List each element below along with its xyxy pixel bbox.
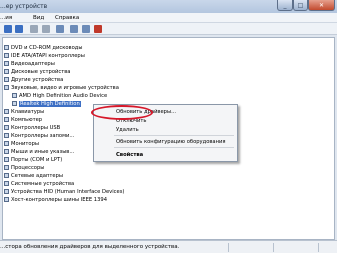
device-manager-window: ...ер устройств _ □ ✕ ...ия Вид Справка … xyxy=(0,0,337,253)
ctx-delete[interactable]: Удалить xyxy=(116,127,139,133)
tree-item-sound[interactable]: Звуковые, видео и игровые устройства xyxy=(4,84,119,91)
tree-item-dvd[interactable]: DVD и CD-ROM дисководы xyxy=(4,44,82,51)
tree-item-computer[interactable]: Компьютер xyxy=(4,116,42,123)
back-icon[interactable] xyxy=(4,25,12,33)
menu-help[interactable]: Справка xyxy=(55,15,79,21)
status-text: ...стора обновления драйверов для выделе… xyxy=(0,244,180,250)
tree-item-amd-audio[interactable]: AMD High Definition Audio Device xyxy=(12,92,107,99)
speaker-icon xyxy=(12,101,17,106)
tree-item-usb[interactable]: Контроллеры USB xyxy=(4,124,60,131)
tree-item-network[interactable]: Сетевые адаптеры xyxy=(4,172,63,179)
title-bar[interactable]: ...ер устройств _ □ ✕ xyxy=(0,0,337,13)
tree-item-monitors[interactable]: Мониторы xyxy=(4,140,39,147)
sound-icon xyxy=(4,85,9,90)
processor-icon xyxy=(4,165,9,170)
monitor-icon xyxy=(4,141,9,146)
dvd-icon xyxy=(4,45,9,50)
close-button[interactable]: ✕ xyxy=(308,0,335,11)
minimize-button[interactable]: _ xyxy=(277,0,293,11)
tree-item-keyboards[interactable]: Клавиатуры xyxy=(4,108,44,115)
mouse-icon xyxy=(4,149,9,154)
other-device-icon xyxy=(4,77,9,82)
tree-item-realtek[interactable]: Realtek High Definition xyxy=(12,100,81,107)
maximize-button[interactable]: □ xyxy=(293,0,308,11)
usb-icon xyxy=(4,125,9,130)
highlight-circle xyxy=(91,105,153,120)
ieee1394-icon xyxy=(4,197,9,202)
help-icon[interactable] xyxy=(42,25,50,33)
storage-controller-icon xyxy=(4,133,9,138)
status-pane xyxy=(273,243,318,252)
tree-item-hid[interactable]: Устройства HID (Human Interface Devices) xyxy=(4,188,124,195)
display-adapter-icon xyxy=(4,61,9,66)
toolbar xyxy=(0,23,337,35)
speaker-icon xyxy=(12,93,17,98)
disable-icon[interactable] xyxy=(94,25,102,33)
disk-icon xyxy=(4,69,9,74)
status-bar: ...стора обновления драйверов для выделе… xyxy=(0,240,337,253)
ctx-scan-hardware[interactable]: Обновить конфигурацию оборудования xyxy=(116,139,226,145)
computer-icon xyxy=(4,117,9,122)
menu-bar: ...ия Вид Справка xyxy=(0,13,337,23)
update-driver-icon[interactable] xyxy=(70,25,78,33)
tree-item-other[interactable]: Другие устройства xyxy=(4,76,63,83)
network-icon xyxy=(4,173,9,178)
ide-icon xyxy=(4,53,9,58)
tree-item-ieee1394[interactable]: Хост-контроллеры шины IEEE 1394 xyxy=(4,196,107,203)
status-pane xyxy=(228,243,273,252)
menu-action[interactable]: ...ия xyxy=(0,15,12,21)
hid-icon xyxy=(4,189,9,194)
forward-icon[interactable] xyxy=(15,25,23,33)
tree-item-video[interactable]: Видеоадаптеры xyxy=(4,60,55,67)
ctx-separator xyxy=(114,135,234,136)
properties-icon[interactable] xyxy=(30,25,38,33)
keyboard-icon xyxy=(4,109,9,114)
window-title: ...ер устройств xyxy=(0,3,48,10)
tree-item-disk[interactable]: Дисковые устройства xyxy=(4,68,70,75)
tree-item-ports[interactable]: Порты (COM и LPT) xyxy=(4,156,62,163)
tree-item-system[interactable]: Системные устройства xyxy=(4,180,74,187)
tree-item-cpu[interactable]: Процессоры xyxy=(4,164,44,171)
port-icon xyxy=(4,157,9,162)
tree-item-mice[interactable]: Мыши и иные указыв... xyxy=(4,148,74,155)
uninstall-icon[interactable] xyxy=(82,25,90,33)
tree-item-ide[interactable]: IDE ATA/ATAPI контроллеры xyxy=(4,52,85,59)
ctx-properties[interactable]: Свойства xyxy=(116,152,143,158)
tree-item-storage[interactable]: Контроллеры запоми... xyxy=(4,132,74,139)
menu-view[interactable]: Вид xyxy=(33,15,44,21)
system-device-icon xyxy=(4,181,9,186)
ctx-separator xyxy=(114,147,234,148)
resize-grip[interactable] xyxy=(318,243,336,252)
scan-hardware-icon[interactable] xyxy=(56,25,64,33)
